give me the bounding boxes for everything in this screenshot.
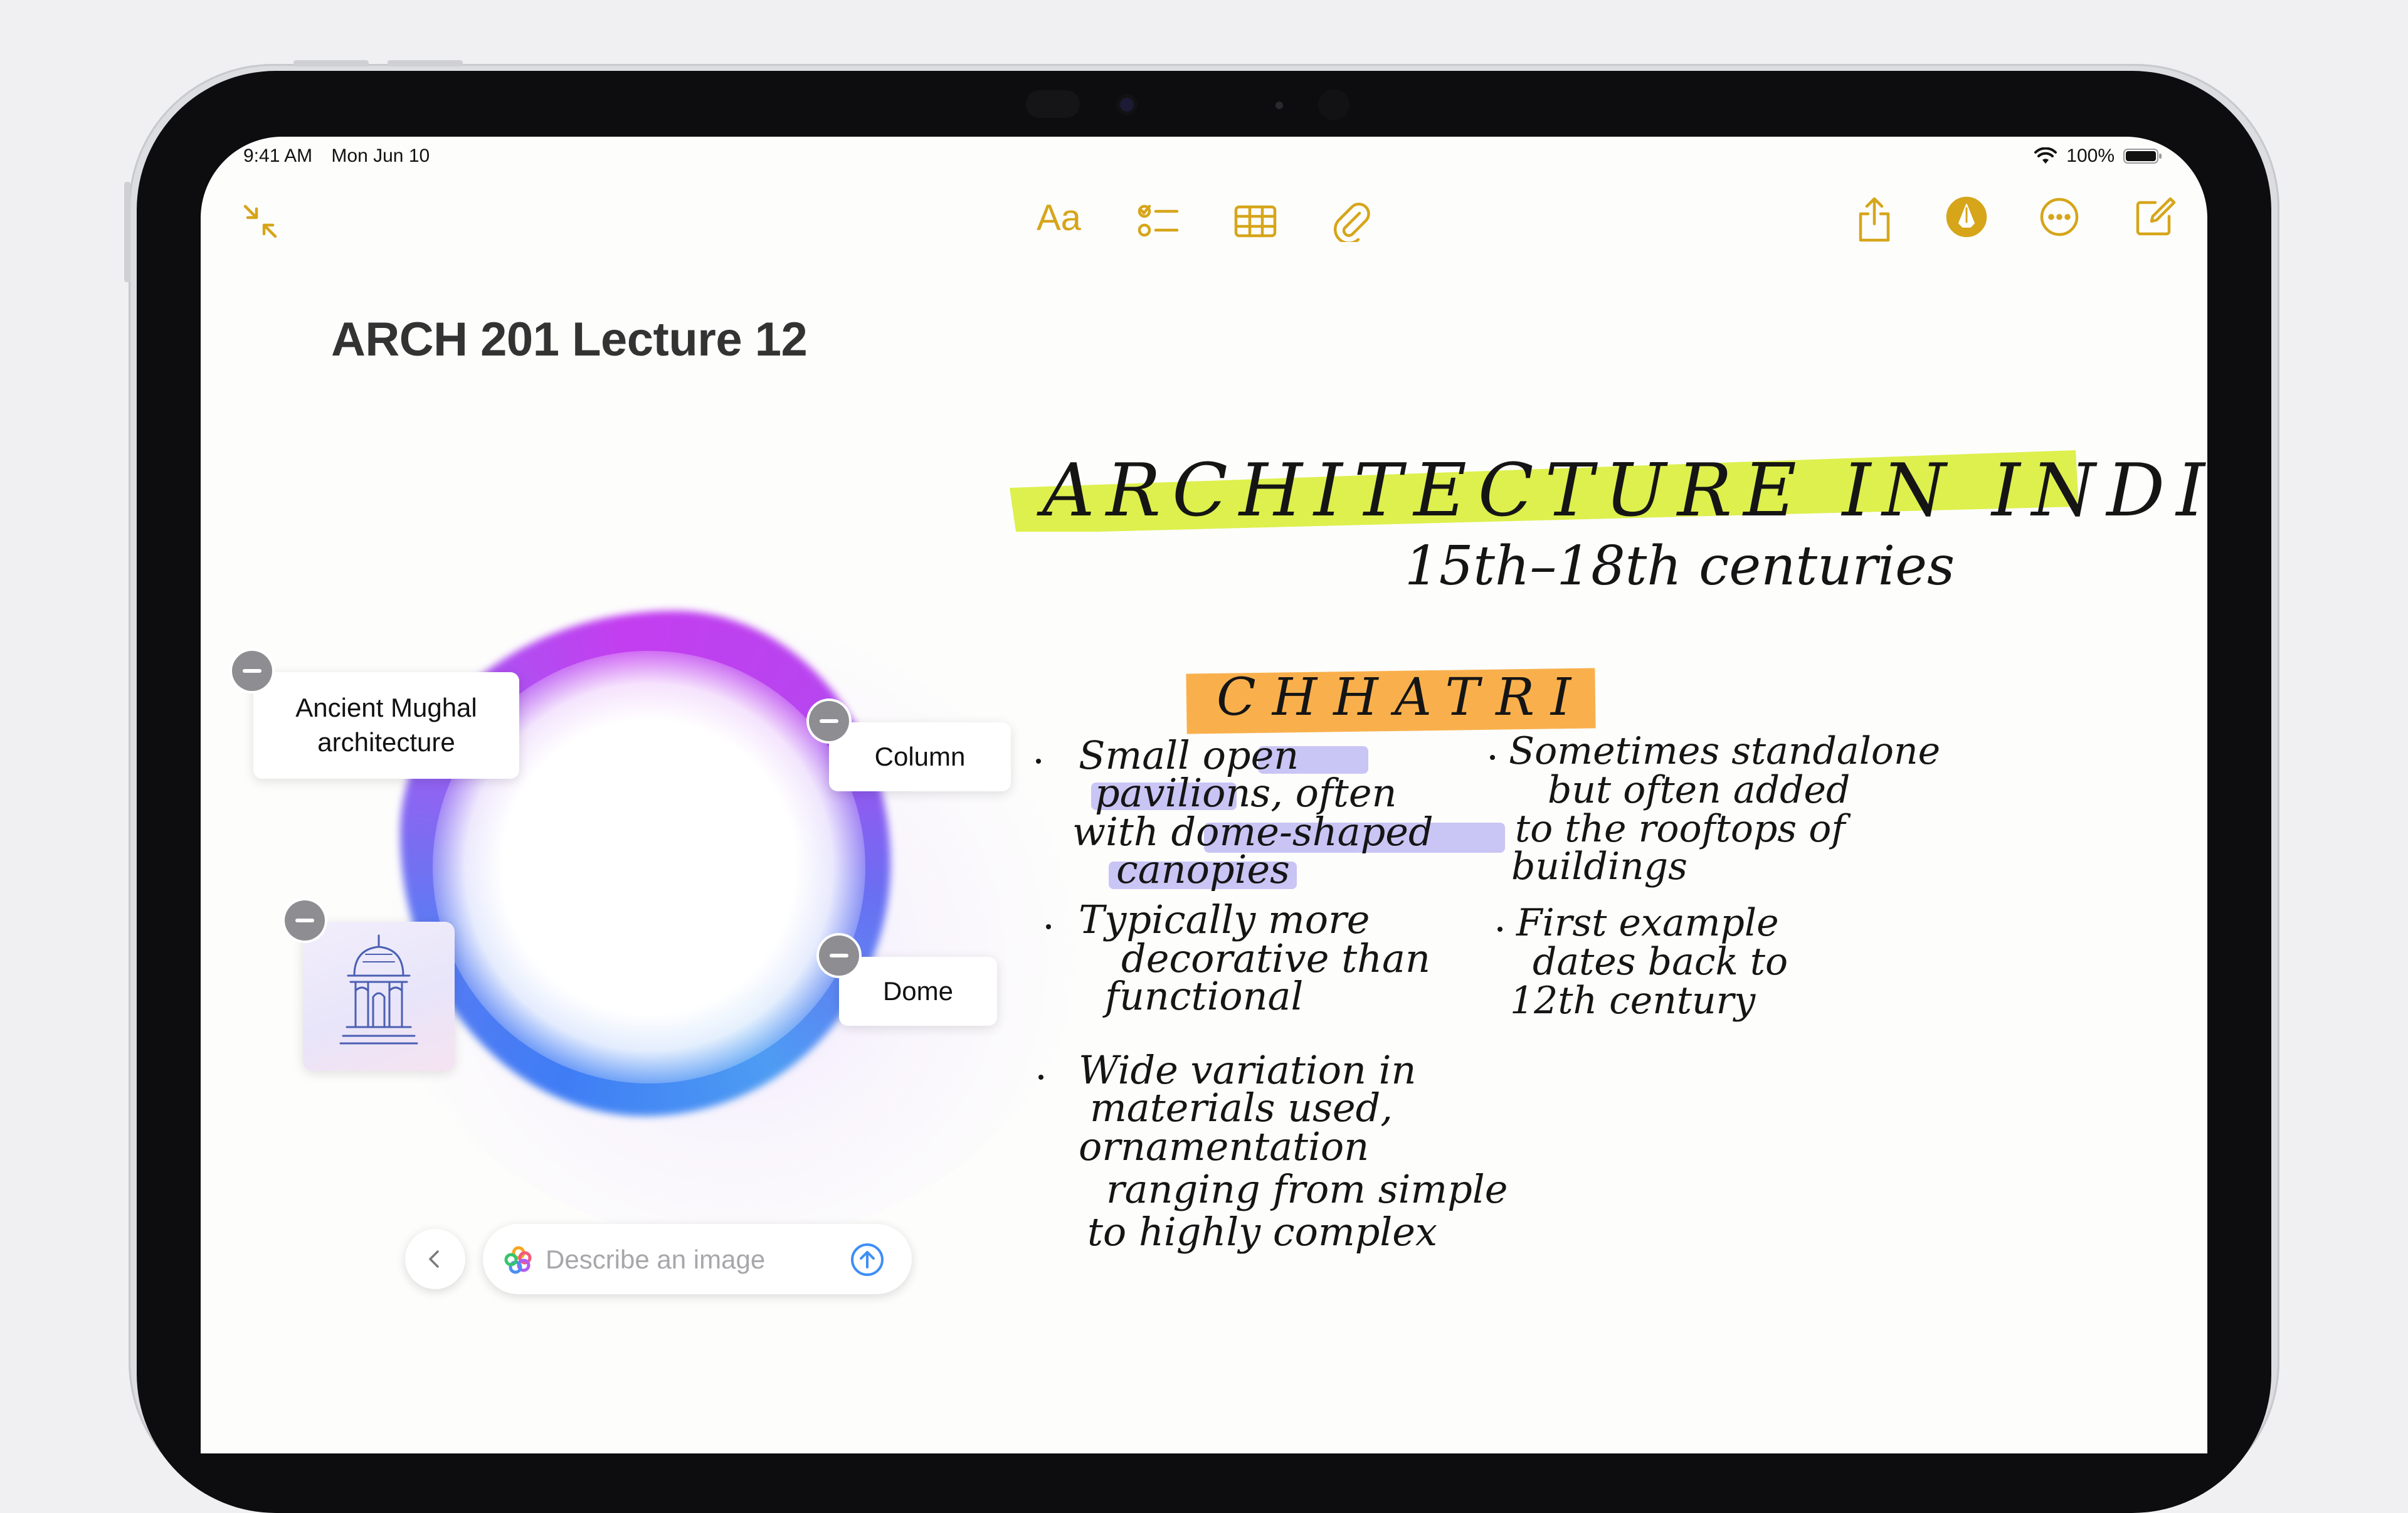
- bullet-line: to highly complex: [1087, 1209, 1437, 1255]
- bullet-line: canopies: [1116, 846, 1290, 892]
- bullet-line: ornamentation: [1079, 1124, 1369, 1169]
- volume-button: [293, 60, 369, 66]
- volume-button: [388, 60, 463, 66]
- sensor: [1318, 89, 1349, 120]
- bullet-line: buildings: [1511, 845, 1687, 888]
- bullet-line: First example: [1516, 901, 1779, 945]
- bullet-line: 12th century: [1510, 979, 1756, 1023]
- bullet-line: but often added: [1548, 768, 1850, 812]
- bullets-right: Sometimes standalone but often added to …: [1490, 729, 1940, 1023]
- screen: 9:41 AM Mon Jun 10 100% Aa ARCH 201 Lect…: [201, 137, 2207, 1453]
- top-button: [124, 182, 130, 282]
- bullets-left: Small open pavilions, often with dome-sh…: [1036, 732, 1508, 1255]
- front-camera: [1120, 98, 1134, 112]
- handwritten-subheading: 15th–18th centuries: [1405, 535, 1955, 598]
- bullet-line: ranging from simple: [1106, 1166, 1508, 1212]
- sensor-dot: [1275, 102, 1283, 109]
- bullet-line: dates back to: [1533, 940, 1788, 984]
- bullet-line: Sometimes standalone: [1509, 729, 1940, 773]
- handwriting-canvas[interactable]: ARCHITECTURE IN INDIA 15th–18th centurie…: [201, 137, 2207, 1453]
- handwritten-section: CHHATRI: [1217, 668, 1587, 727]
- sensor: [1026, 90, 1080, 118]
- bullet-line: functional: [1102, 973, 1303, 1019]
- handwritten-heading: ARCHITECTURE IN INDIA: [1037, 448, 2207, 533]
